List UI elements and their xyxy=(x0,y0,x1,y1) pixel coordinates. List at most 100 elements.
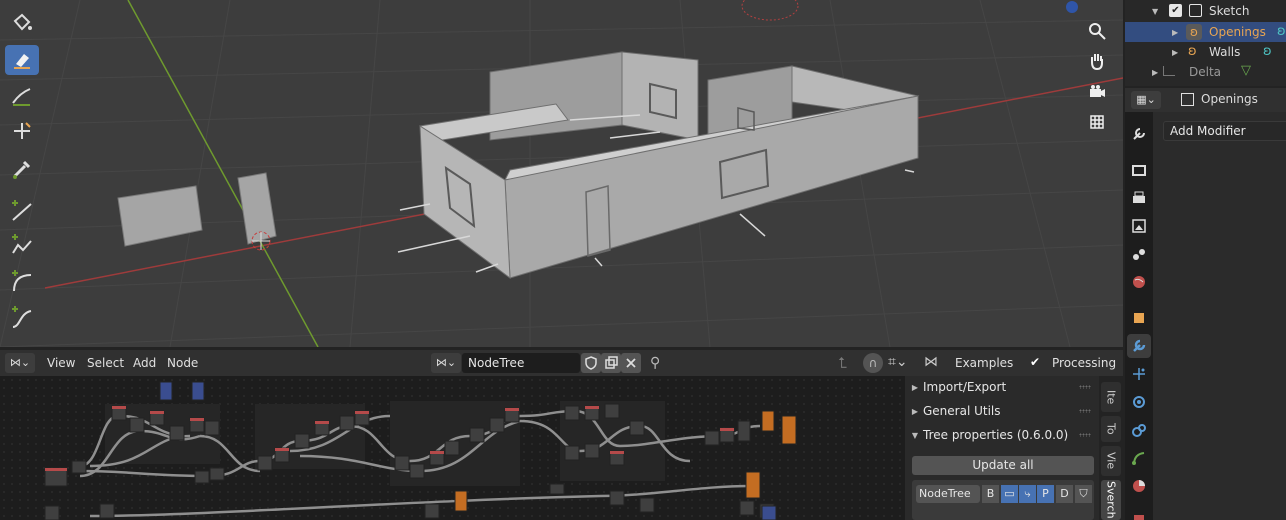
draw-curve-icon[interactable] xyxy=(5,80,39,110)
panel-label: General Utils xyxy=(923,404,1001,418)
outliner-item-sketch[interactable]: ▼ ✔ Sketch xyxy=(1125,1,1286,21)
drag-grip-icon[interactable] xyxy=(1079,385,1091,389)
menu-add[interactable]: Add xyxy=(133,356,156,370)
y-axis-line xyxy=(127,0,319,347)
object-name: Openings xyxy=(1201,92,1258,106)
outliner-label: Delta xyxy=(1189,65,1222,79)
fake-user-shield-icon[interactable] xyxy=(581,353,601,373)
shield-icon[interactable]: ⛉ xyxy=(1075,485,1092,503)
tree-name-field[interactable]: NodeTree xyxy=(916,485,980,503)
panel-tree-properties[interactable]: ▼ Tree properties (0.6.0.0) xyxy=(907,424,1097,446)
outliner-label: Walls xyxy=(1209,45,1241,59)
mesh-icon: ▽ xyxy=(1241,63,1251,78)
processing-checkbox-icon[interactable]: ✔ xyxy=(1030,355,1040,369)
outliner-item-delta[interactable]: ▶ Delta ▽ xyxy=(1125,62,1286,82)
close-icon[interactable] xyxy=(621,353,641,373)
outliner-label: Openings xyxy=(1209,25,1266,39)
camera-icon[interactable] xyxy=(1083,78,1111,106)
modifier-icon[interactable] xyxy=(1127,334,1151,358)
world-icon[interactable] xyxy=(1127,270,1151,294)
grease-pencil-icon: ʚ xyxy=(1188,44,1197,59)
outliner: ▼ ✔ Sketch ▶ ʚ Openings ʚ ▶ ʚ Walls ʚ ▶ … xyxy=(1125,0,1286,86)
tab-view[interactable]: Vie xyxy=(1101,446,1121,476)
editor-type-dropdown[interactable]: ⋈⌄ xyxy=(5,353,35,373)
collapse-arrow-icon[interactable]: ▶ xyxy=(1172,48,1178,57)
modifier-badge-icon: ʚ xyxy=(1263,44,1272,59)
node-editor-header: ⋈⌄ View Select Add Node ⋈⌄ NodeTree ⚲ ⮤ … xyxy=(0,350,1123,376)
sverchok-logo-icon: ⋈ xyxy=(924,354,938,370)
add-modifier-button[interactable]: Add Modifier xyxy=(1163,121,1286,141)
physics-icon[interactable] xyxy=(1127,390,1151,414)
modifier-badge-icon: ʚ xyxy=(1277,24,1286,39)
tab-tool[interactable]: To xyxy=(1101,416,1121,442)
node-graph[interactable] xyxy=(0,376,905,520)
sidebar-tabs: Ite To Vie Sverch xyxy=(1099,376,1123,520)
curve-icon[interactable] xyxy=(5,302,39,332)
data-icon[interactable] xyxy=(1127,446,1151,470)
material-icon[interactable] xyxy=(1127,474,1151,498)
link-icon[interactable]: ⤷ xyxy=(1019,485,1036,503)
building-model xyxy=(419,51,920,280)
navigation-gizmo xyxy=(1083,0,1113,140)
properties-body: Add Modifier xyxy=(1153,112,1286,520)
drag-grip-icon[interactable] xyxy=(1079,409,1091,413)
panel-general-utils[interactable]: ▶ General Utils xyxy=(907,400,1097,422)
tab-sverchok[interactable]: Sverch xyxy=(1101,480,1121,520)
node-tree-type-dropdown[interactable]: ⋈⌄ xyxy=(431,353,461,373)
tool-icon[interactable] xyxy=(1127,122,1151,146)
node-canvas[interactable] xyxy=(0,376,905,520)
pin-icon[interactable]: ⚲ xyxy=(650,355,660,371)
snap-target-icon[interactable]: ⌗⌄ xyxy=(888,354,908,370)
outliner-item-walls[interactable]: ▶ ʚ Walls ʚ xyxy=(1125,42,1286,62)
view-layer-icon[interactable] xyxy=(1127,214,1151,238)
panel-import-export[interactable]: ▶ Import/Export xyxy=(907,376,1097,398)
expand-arrow-icon[interactable]: ▼ xyxy=(1152,7,1158,16)
panel-label: Tree properties (0.6.0.0) xyxy=(923,428,1069,442)
node-sidebar: ▶ Import/Export ▶ General Utils ▼ Tree p… xyxy=(905,376,1099,520)
tree-toggle-b[interactable]: B xyxy=(982,485,999,503)
checkbox-checked-icon[interactable]: ✔ xyxy=(1169,4,1182,17)
arc-icon[interactable] xyxy=(5,266,39,296)
editor-type-dropdown[interactable]: ▦⌄ xyxy=(1131,91,1161,109)
texture-icon[interactable] xyxy=(1127,508,1151,520)
transform-fill-icon[interactable] xyxy=(5,116,39,146)
menu-select[interactable]: Select xyxy=(87,356,124,370)
tree-toggle-p[interactable]: P xyxy=(1037,485,1054,503)
snap-icon[interactable]: ∩ xyxy=(863,353,883,373)
light-gizmo xyxy=(741,0,799,21)
eraser-icon[interactable] xyxy=(5,45,39,75)
grid-icon[interactable] xyxy=(1083,108,1111,136)
output-icon[interactable] xyxy=(1127,186,1151,210)
hand-icon[interactable] xyxy=(1083,47,1111,75)
collapse-arrow-icon[interactable]: ▶ xyxy=(1152,68,1158,77)
zoom-icon[interactable] xyxy=(1083,17,1111,45)
line-icon[interactable] xyxy=(5,196,39,226)
tab-item[interactable]: Ite xyxy=(1101,382,1121,412)
examples-menu[interactable]: Examples xyxy=(955,356,1013,370)
node-tree-name-field[interactable]: NodeTree xyxy=(462,353,580,373)
properties-tabs xyxy=(1125,112,1153,520)
paint-bucket-icon[interactable] xyxy=(5,8,39,38)
drag-grip-icon[interactable] xyxy=(1079,433,1091,437)
viewport-scene[interactable] xyxy=(0,0,1123,347)
scene-icon[interactable] xyxy=(1127,242,1151,266)
menu-view[interactable]: View xyxy=(47,356,75,370)
polyline-icon[interactable] xyxy=(5,230,39,260)
object-icon[interactable] xyxy=(1127,306,1151,330)
collapsed-arrow-icon: ▶ xyxy=(911,382,919,392)
render-icon[interactable] xyxy=(1127,158,1151,182)
particles-icon[interactable] xyxy=(1127,362,1151,386)
update-all-button[interactable]: Update all xyxy=(912,456,1094,475)
eyedropper-icon[interactable] xyxy=(5,154,39,184)
tree-toggle-d[interactable]: D xyxy=(1056,485,1073,503)
monitor-icon[interactable]: ▭ xyxy=(1001,485,1018,503)
menu-node[interactable]: Node xyxy=(167,356,198,370)
parent-tree-icon[interactable]: ⮤ xyxy=(838,354,847,372)
collapse-arrow-icon[interactable]: ▶ xyxy=(1172,28,1178,37)
duplicate-icon[interactable] xyxy=(601,353,621,373)
constraints-icon[interactable] xyxy=(1127,418,1151,442)
grease-pencil-icon: ʚ xyxy=(1186,24,1202,40)
hierarchy-line-icon xyxy=(1163,66,1175,76)
outliner-item-openings[interactable]: ▶ ʚ Openings ʚ xyxy=(1125,22,1286,42)
3d-viewport[interactable] xyxy=(0,0,1123,347)
